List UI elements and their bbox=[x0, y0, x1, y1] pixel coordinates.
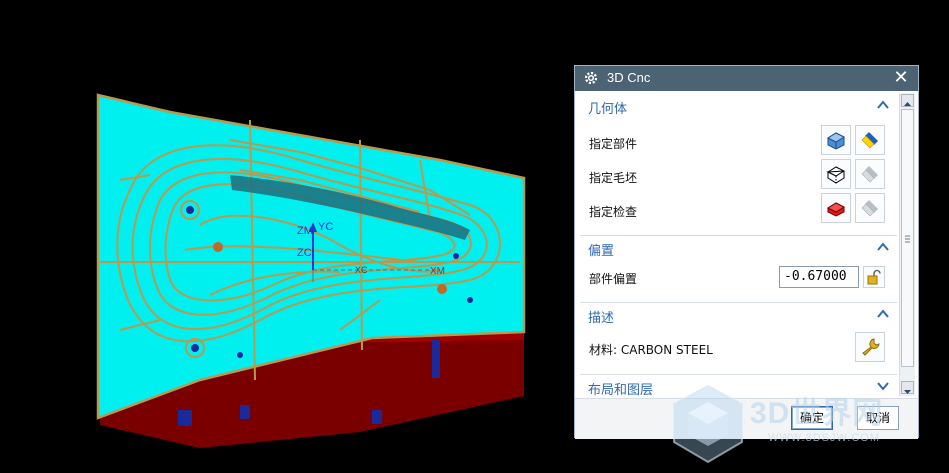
dialog-footer: 确定 取消 bbox=[575, 398, 918, 439]
axis-label-zc: ZC bbox=[297, 247, 312, 259]
display-check-button[interactable] bbox=[855, 193, 885, 223]
section-description-header[interactable]: 描述 bbox=[580, 302, 897, 326]
material-text: 材料: CARBON STEEL bbox=[589, 343, 713, 357]
lock-button[interactable] bbox=[863, 266, 885, 288]
scroll-down-arrow[interactable] bbox=[901, 381, 914, 394]
select-part-button[interactable] bbox=[821, 125, 851, 155]
specify-blank-label: 指定毛坯 bbox=[589, 171, 638, 185]
dialog-scrollbar[interactable] bbox=[899, 93, 915, 396]
section-layout-label: 布局和图层 bbox=[588, 383, 654, 397]
dialog-title: 3D Cnc bbox=[607, 70, 651, 85]
flashlight-disabled-icon bbox=[861, 166, 878, 183]
ok-button[interactable]: 确定 bbox=[791, 406, 833, 430]
cancel-button[interactable]: 取消 bbox=[857, 406, 899, 430]
dialog-titlebar[interactable]: 3D Cnc ✕ bbox=[575, 66, 918, 91]
wrench-icon bbox=[862, 338, 880, 356]
part-offset-label: 部件偏置 bbox=[589, 272, 638, 286]
axis-label-xm: XM bbox=[430, 266, 445, 277]
flashlight-icon bbox=[861, 132, 878, 149]
specify-check-label: 指定检查 bbox=[589, 205, 638, 219]
scrollbar-thumb[interactable] bbox=[901, 109, 914, 367]
axis-label-zm: ZM bbox=[297, 225, 313, 237]
blank-icon bbox=[826, 166, 845, 184]
chevron-down-icon[interactable] bbox=[875, 378, 891, 394]
flashlight-disabled-icon bbox=[861, 200, 878, 217]
gear-icon bbox=[584, 71, 598, 85]
axis-label-yc: YC bbox=[318, 221, 333, 233]
select-blank-button[interactable] bbox=[821, 159, 851, 189]
section-description-label: 描述 bbox=[588, 311, 615, 326]
part-offset-input[interactable]: -0.67000 bbox=[779, 266, 859, 288]
cnc-dialog: 3D Cnc ✕ 几何体 指定部件 指定毛坯 指定检查 偏置 部件偏置 -0.6… bbox=[574, 65, 919, 439]
chevron-up-icon[interactable] bbox=[875, 97, 891, 113]
axis-label-xc: XC bbox=[355, 265, 368, 275]
edit-material-button[interactable] bbox=[855, 332, 885, 362]
check-geometry-icon bbox=[826, 202, 846, 217]
section-geometry-label: 几何体 bbox=[588, 102, 628, 117]
specify-part-label: 指定部件 bbox=[589, 137, 638, 151]
dialog-content: 几何体 指定部件 指定毛坯 指定检查 偏置 部件偏置 -0.67000 描述 材… bbox=[575, 92, 899, 397]
part-icon bbox=[826, 132, 846, 150]
select-check-button[interactable] bbox=[821, 193, 851, 223]
section-layout-header[interactable]: 布局和图层 bbox=[580, 374, 897, 397]
scroll-up-arrow[interactable] bbox=[901, 94, 914, 107]
chevron-up-icon[interactable] bbox=[875, 306, 891, 322]
chevron-up-icon[interactable] bbox=[875, 239, 891, 255]
display-blank-button[interactable] bbox=[855, 159, 885, 189]
lock-icon bbox=[867, 269, 881, 285]
section-geometry-header[interactable]: 几何体 bbox=[580, 94, 897, 118]
section-offset-label: 偏置 bbox=[588, 244, 615, 259]
section-offset-header[interactable]: 偏置 bbox=[580, 235, 897, 259]
close-button[interactable]: ✕ bbox=[890, 67, 912, 89]
display-part-button[interactable] bbox=[855, 125, 885, 155]
